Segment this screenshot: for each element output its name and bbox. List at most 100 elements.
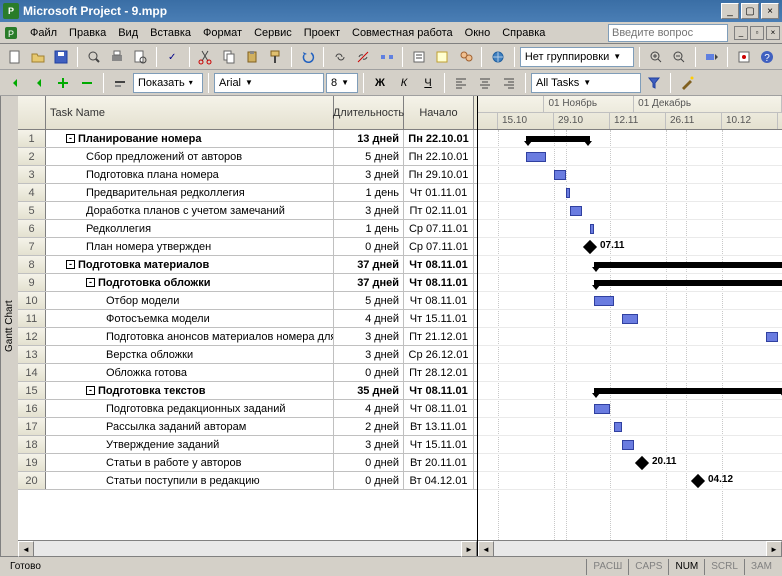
table-row[interactable]: 20Статьи поступили в редакцию0 днейВт 04… bbox=[18, 472, 477, 490]
grid-hscroll[interactable]: ◄ ► bbox=[18, 540, 477, 556]
duration-cell[interactable]: 1 день bbox=[334, 184, 404, 201]
view-bar-tab[interactable]: Gantt Chart bbox=[0, 96, 18, 556]
task-name-cell[interactable]: Рассылка заданий авторам bbox=[46, 418, 334, 435]
task-name-cell[interactable]: Отбор модели bbox=[46, 292, 334, 309]
task-name-cell[interactable]: -Подготовка обложки bbox=[46, 274, 334, 291]
table-row[interactable]: 17Рассылка заданий авторам2 днейВт 13.11… bbox=[18, 418, 477, 436]
publish-button[interactable] bbox=[487, 46, 508, 68]
duration-cell[interactable]: 0 дней bbox=[334, 454, 404, 471]
duration-cell[interactable]: 37 дней bbox=[334, 274, 404, 291]
task-name-cell[interactable]: -Подготовка материалов bbox=[46, 256, 334, 273]
zoom-out-button[interactable] bbox=[669, 46, 690, 68]
start-cell[interactable]: Чт 08.11.01 bbox=[404, 274, 474, 291]
copy-button[interactable] bbox=[218, 46, 239, 68]
add-button[interactable] bbox=[52, 72, 74, 94]
gantt-scroll-left-button[interactable]: ◄ bbox=[478, 541, 494, 556]
task-name-cell[interactable]: -Подготовка текстов bbox=[46, 382, 334, 399]
start-cell[interactable]: Вт 04.12.01 bbox=[404, 472, 474, 489]
task-bar[interactable] bbox=[554, 170, 566, 180]
search-button[interactable] bbox=[83, 46, 104, 68]
scroll-left-button[interactable]: ◄ bbox=[18, 541, 34, 557]
unlink-button[interactable] bbox=[353, 46, 374, 68]
duration-cell[interactable]: 1 день bbox=[334, 220, 404, 237]
table-row[interactable]: 6Редколлегия1 деньСр 07.11.01 bbox=[18, 220, 477, 238]
start-cell[interactable]: Чт 15.11.01 bbox=[404, 436, 474, 453]
task-bar[interactable] bbox=[766, 332, 778, 342]
task-name-cell[interactable]: Подготовка редакционных заданий bbox=[46, 400, 334, 417]
gantt-hscroll[interactable]: ◄ ► bbox=[478, 540, 782, 556]
scroll-track[interactable] bbox=[34, 541, 461, 556]
duration-cell[interactable]: 4 дней bbox=[334, 310, 404, 327]
column-header-duration[interactable]: Длительность bbox=[334, 96, 404, 129]
task-bar[interactable] bbox=[526, 152, 546, 162]
duration-cell[interactable]: 37 дней bbox=[334, 256, 404, 273]
cut-button[interactable] bbox=[195, 46, 216, 68]
menu-help[interactable]: Справка bbox=[496, 25, 551, 41]
minimize-button[interactable]: _ bbox=[721, 3, 739, 19]
print-button[interactable] bbox=[106, 46, 127, 68]
task-bar[interactable] bbox=[570, 206, 582, 216]
gantt-scroll-track[interactable] bbox=[494, 541, 766, 556]
duration-cell[interactable]: 3 дней bbox=[334, 328, 404, 345]
table-row[interactable]: 18Утверждение заданий3 днейЧт 15.11.01 bbox=[18, 436, 477, 454]
start-cell[interactable]: Пт 02.11.01 bbox=[404, 202, 474, 219]
start-cell[interactable]: Пн 29.10.01 bbox=[404, 166, 474, 183]
copy-picture-button[interactable] bbox=[733, 46, 754, 68]
outdent-left-button[interactable] bbox=[4, 72, 26, 94]
duration-cell[interactable]: 0 дней bbox=[334, 238, 404, 255]
task-name-cell[interactable]: Фотосъемка модели bbox=[46, 310, 334, 327]
spell-check-button[interactable]: ✓ bbox=[162, 46, 183, 68]
task-bar[interactable] bbox=[622, 314, 638, 324]
table-row[interactable]: 15-Подготовка текстов35 днейЧт 08.11.01 bbox=[18, 382, 477, 400]
duration-cell[interactable]: 5 дней bbox=[334, 148, 404, 165]
collapse-icon[interactable]: - bbox=[86, 278, 95, 287]
align-center-button[interactable] bbox=[474, 72, 496, 94]
menu-insert[interactable]: Вставка bbox=[144, 25, 197, 41]
mdi-minimize-button[interactable]: _ bbox=[734, 26, 748, 40]
task-bar[interactable] bbox=[566, 188, 570, 198]
task-name-cell[interactable]: Подготовка анонсов материалов номера для… bbox=[46, 328, 334, 345]
start-cell[interactable]: Чт 08.11.01 bbox=[404, 400, 474, 417]
table-row[interactable]: 9-Подготовка обложки37 днейЧт 08.11.01 bbox=[18, 274, 477, 292]
duration-cell[interactable]: 3 дней bbox=[334, 436, 404, 453]
underline-button[interactable]: Ч bbox=[417, 72, 439, 94]
collapse-icon[interactable]: - bbox=[86, 386, 95, 395]
task-bar[interactable] bbox=[622, 440, 634, 450]
show-outline-dropdown[interactable]: Показать▾ bbox=[133, 73, 203, 93]
start-cell[interactable]: Вт 20.11.01 bbox=[404, 454, 474, 471]
font-size-dropdown[interactable]: 8▼ bbox=[326, 73, 358, 93]
split-task-button[interactable] bbox=[376, 46, 397, 68]
gantt-body[interactable]: 07.1120.1104.12 bbox=[478, 130, 782, 540]
open-button[interactable] bbox=[27, 46, 48, 68]
task-bar[interactable] bbox=[594, 404, 610, 414]
summary-bar[interactable] bbox=[594, 280, 782, 286]
filter-dropdown[interactable]: All Tasks▼ bbox=[531, 73, 641, 93]
table-row[interactable]: 16Подготовка редакционных заданий4 днейЧ… bbox=[18, 400, 477, 418]
link-button[interactable] bbox=[329, 46, 350, 68]
help-button[interactable]: ? bbox=[757, 46, 778, 68]
duration-cell[interactable]: 5 дней bbox=[334, 292, 404, 309]
milestone-icon[interactable] bbox=[583, 240, 597, 254]
table-row[interactable]: 19Статьи в работе у авторов0 днейВт 20.1… bbox=[18, 454, 477, 472]
bold-button[interactable]: Ж bbox=[369, 72, 391, 94]
task-bar[interactable] bbox=[590, 224, 594, 234]
task-name-cell[interactable]: План номера утвержден bbox=[46, 238, 334, 255]
help-search-input[interactable] bbox=[608, 24, 728, 42]
task-info-button[interactable] bbox=[408, 46, 429, 68]
menu-project[interactable]: Проект bbox=[298, 25, 346, 41]
duration-cell[interactable]: 0 дней bbox=[334, 472, 404, 489]
font-dropdown[interactable]: Arial▼ bbox=[214, 73, 324, 93]
summary-bar[interactable] bbox=[594, 262, 782, 268]
start-cell[interactable]: Ср 07.11.01 bbox=[404, 220, 474, 237]
new-button[interactable] bbox=[4, 46, 25, 68]
start-cell[interactable]: Пн 22.10.01 bbox=[404, 130, 474, 147]
goto-task-button[interactable] bbox=[701, 46, 722, 68]
start-cell[interactable]: Чт 08.11.01 bbox=[404, 292, 474, 309]
start-cell[interactable]: Чт 15.11.01 bbox=[404, 310, 474, 327]
wizard-button[interactable] bbox=[676, 72, 698, 94]
milestone-icon[interactable] bbox=[635, 456, 649, 470]
maximize-button[interactable]: ▢ bbox=[741, 3, 759, 19]
table-row[interactable]: 2Сбор предложений от авторов5 днейПн 22.… bbox=[18, 148, 477, 166]
column-header-id[interactable] bbox=[18, 96, 46, 129]
menu-format[interactable]: Формат bbox=[197, 25, 248, 41]
